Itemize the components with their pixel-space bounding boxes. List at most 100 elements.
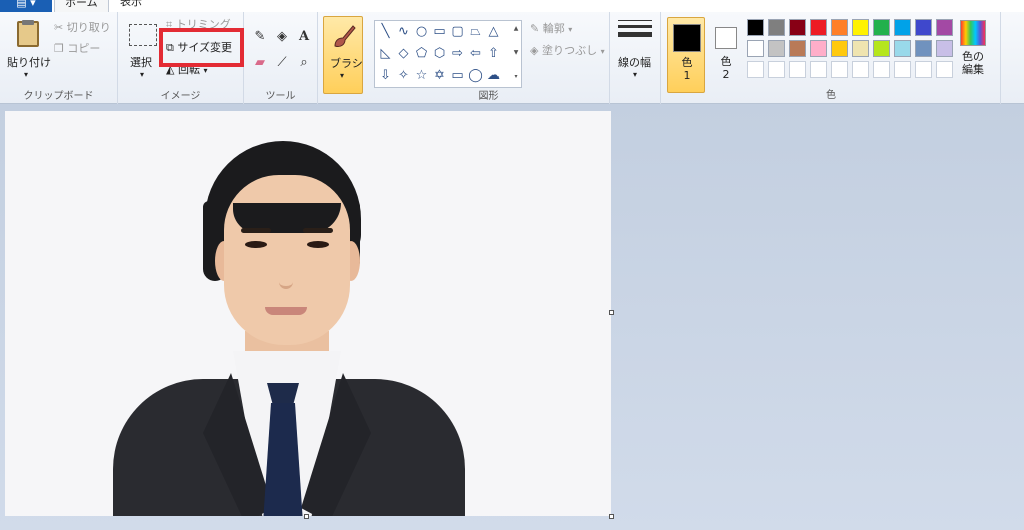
diamond-shape-icon[interactable]: ◇: [395, 45, 412, 62]
tab-view[interactable]: 表示: [110, 0, 152, 12]
cut-button[interactable]: ✂ 切り取り: [54, 19, 111, 35]
separator: [1000, 12, 1001, 104]
shapes-gallery: ╲ ∿ ○ ▭ ▢ ⏢ △ ◺ ◇ ⬠ ⬡ ⇨ ⇦ ⇧ ⇩ ✧ ☆ ✡ ▭ ◯ …: [374, 20, 522, 88]
right-triangle-shape-icon[interactable]: ◺: [377, 45, 394, 62]
hexagon-shape-icon[interactable]: ⬡: [431, 45, 448, 62]
palette-swatch[interactable]: [810, 40, 827, 57]
shapes-expand-icon[interactable]: ▾: [511, 73, 521, 80]
arrow-down-shape-icon[interactable]: ⇩: [377, 67, 394, 84]
clipboard-group-label: クリップボード: [23, 91, 94, 102]
palette-custom-swatch[interactable]: [831, 61, 848, 78]
canvas-resize-handle-bottom[interactable]: [304, 514, 309, 519]
shapes-scroll-down-icon[interactable]: ▼: [511, 49, 521, 56]
palette-swatch[interactable]: [831, 19, 848, 36]
select-dropdown-icon[interactable]: ▾: [140, 70, 144, 79]
eraser-icon[interactable]: ▰: [250, 52, 270, 72]
palette-custom-swatch[interactable]: [810, 61, 827, 78]
triangle-shape-icon[interactable]: △: [485, 23, 502, 40]
size-button[interactable]: [618, 20, 652, 41]
copy-button[interactable]: ❐ コピー: [54, 40, 100, 56]
color2-label: 色 2: [720, 55, 732, 81]
size-dropdown-icon[interactable]: ▾: [633, 70, 637, 79]
brush-button[interactable]: ブラシ ▾: [323, 16, 363, 94]
palette-swatch[interactable]: [768, 19, 785, 36]
palette-custom-swatch[interactable]: [852, 61, 869, 78]
oval-shape-icon[interactable]: ○: [413, 23, 430, 40]
palette-custom-swatch[interactable]: [747, 61, 764, 78]
photo-nose: [279, 249, 293, 289]
outline-dropdown-icon: ▾: [568, 25, 573, 34]
callout-oval-shape-icon[interactable]: ◯: [467, 67, 484, 84]
star6-shape-icon[interactable]: ✡: [431, 67, 448, 84]
polygon-shape-icon[interactable]: ⏢: [467, 23, 484, 40]
palette-swatch[interactable]: [789, 40, 806, 57]
color-picker-icon[interactable]: ⟋: [272, 52, 292, 72]
arrow-left-shape-icon[interactable]: ⇦: [467, 45, 484, 62]
callout-cloud-shape-icon[interactable]: ☁: [485, 67, 502, 84]
shapes-scroll-up-icon[interactable]: ▲: [511, 25, 521, 32]
fill-icon: ◈: [530, 44, 539, 57]
palette-custom-swatch[interactable]: [915, 61, 932, 78]
palette-custom-swatch[interactable]: [789, 61, 806, 78]
select-label[interactable]: 選択: [130, 54, 152, 70]
paste-button[interactable]: [14, 18, 42, 50]
palette-swatch[interactable]: [831, 40, 848, 57]
palette-swatch[interactable]: [894, 19, 911, 36]
palette-swatch[interactable]: [747, 40, 764, 57]
select-button[interactable]: [128, 22, 158, 48]
canvas-resize-handle-right[interactable]: [609, 310, 614, 315]
outline-label: 輪郭: [542, 22, 565, 35]
palette-swatch[interactable]: [852, 19, 869, 36]
palette-swatch[interactable]: [873, 40, 890, 57]
palette-swatch[interactable]: [747, 19, 764, 36]
rectangle-shape-icon[interactable]: ▭: [431, 23, 448, 40]
palette-swatch[interactable]: [936, 40, 953, 57]
paste-dropdown-icon[interactable]: ▾: [24, 70, 28, 79]
palette-swatch[interactable]: [894, 40, 911, 57]
color2-button[interactable]: 色 2: [707, 17, 745, 93]
color-wheel-icon: [960, 20, 986, 46]
palette-swatch[interactable]: [768, 40, 785, 57]
palette-swatch[interactable]: [852, 40, 869, 57]
palette-swatch[interactable]: [915, 19, 932, 36]
palette-swatch[interactable]: [810, 19, 827, 36]
curve-shape-icon[interactable]: ∿: [395, 23, 412, 40]
star5-shape-icon[interactable]: ☆: [413, 67, 430, 84]
arrow-up-shape-icon[interactable]: ⇧: [485, 45, 502, 62]
star4-shape-icon[interactable]: ✧: [395, 67, 412, 84]
magnifier-icon[interactable]: ⌕: [294, 52, 314, 72]
size-label[interactable]: 線の幅: [618, 54, 651, 70]
color2-swatch: [715, 27, 737, 49]
rounded-rect-shape-icon[interactable]: ▢: [449, 23, 466, 40]
canvas-resize-handle-corner[interactable]: [609, 514, 614, 519]
palette-custom-swatch[interactable]: [768, 61, 785, 78]
text-tool-icon[interactable]: A: [294, 26, 314, 46]
clipboard-group: 貼り付け ▾ ✂ 切り取り ❐ コピー クリップボード: [0, 12, 118, 104]
arrow-right-shape-icon[interactable]: ⇨: [449, 45, 466, 62]
color1-button[interactable]: 色 1: [667, 17, 705, 93]
file-menu-button[interactable]: ▤ ▾: [0, 0, 52, 12]
callout-rect-shape-icon[interactable]: ▭: [449, 67, 466, 84]
fill-button[interactable]: ◈ 塗りつぶし ▾: [530, 42, 605, 58]
pencil-icon[interactable]: ✎: [250, 26, 270, 46]
tab-home[interactable]: ホーム: [54, 0, 109, 12]
brush-icon: [330, 21, 358, 51]
line-shape-icon[interactable]: ╲: [377, 23, 394, 40]
pentagon-shape-icon[interactable]: ⬠: [413, 45, 430, 62]
rotate-dropdown-icon: ▾: [203, 66, 208, 75]
palette-swatch[interactable]: [915, 40, 932, 57]
palette-custom-swatch[interactable]: [936, 61, 953, 78]
fill-bucket-icon[interactable]: ◈: [272, 26, 292, 46]
edit-colors-button[interactable]: 色の編集: [958, 18, 988, 76]
drawing-canvas[interactable]: [5, 111, 611, 516]
color1-label: 色 1: [681, 56, 693, 82]
palette-swatch[interactable]: [789, 19, 806, 36]
palette-custom-swatch[interactable]: [894, 61, 911, 78]
palette-custom-swatch[interactable]: [873, 61, 890, 78]
paste-label[interactable]: 貼り付け: [7, 54, 51, 70]
line-width-thick-icon: [618, 32, 652, 37]
brush-dropdown-icon: ▾: [340, 71, 345, 80]
palette-swatch[interactable]: [936, 19, 953, 36]
palette-swatch[interactable]: [873, 19, 890, 36]
outline-button[interactable]: ✎ 輪郭 ▾: [530, 20, 572, 36]
